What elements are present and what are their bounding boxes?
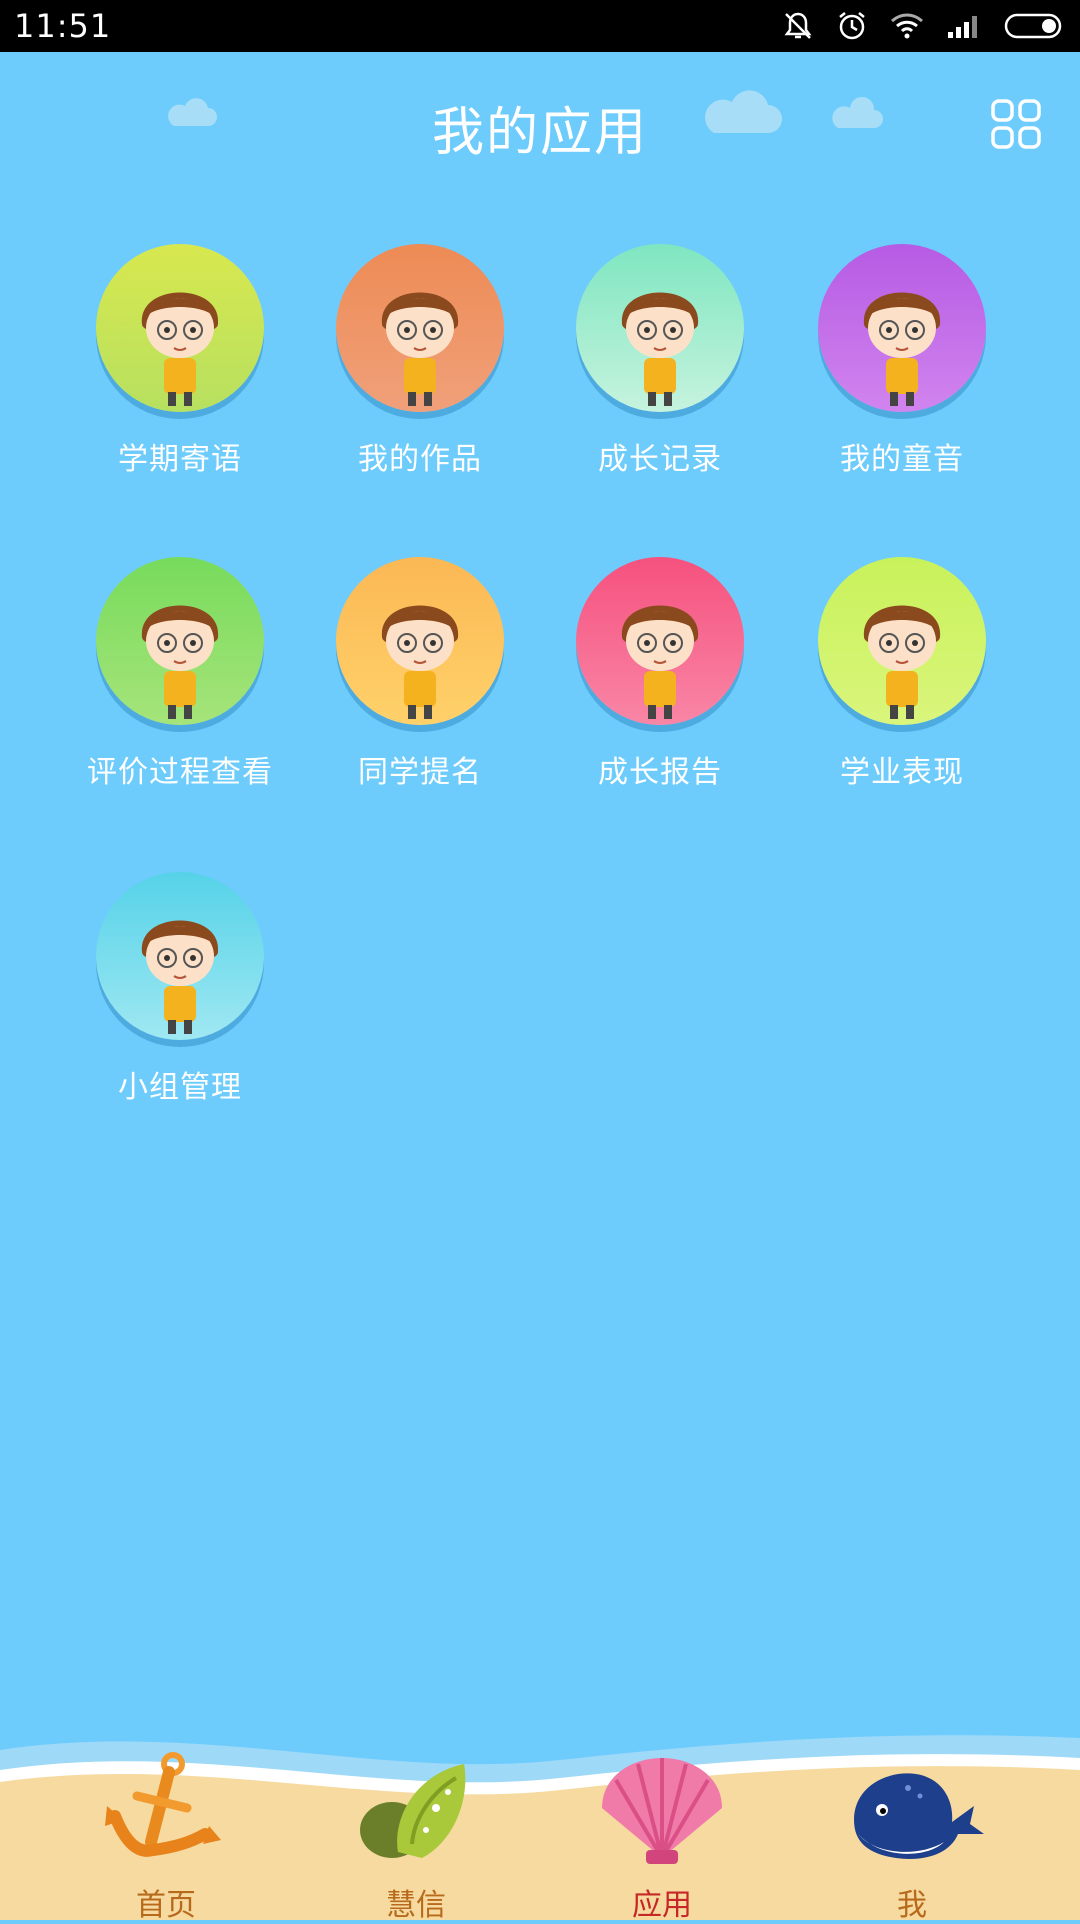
app-icon [818, 557, 986, 725]
wifi-icon [890, 12, 924, 40]
app-label: 评价过程查看 [87, 755, 273, 790]
whale-icon [854, 1773, 984, 1859]
tab-bar: 首页 慧信 应用 我 [0, 1740, 1080, 1923]
app-label: 我的作品 [358, 442, 482, 477]
battery-icon [1004, 12, 1066, 40]
app-icon [336, 244, 504, 412]
tab-label: 我 [897, 1888, 927, 1923]
app-icon [576, 557, 744, 725]
app-label: 我的童音 [840, 442, 964, 477]
app-label: 同学提名 [358, 755, 482, 790]
app-icon [96, 872, 264, 1040]
status-time: 11:51 [14, 7, 112, 45]
app-academic-performance[interactable]: 学业表现 [782, 557, 1022, 791]
app-label: 成长记录 [598, 442, 722, 477]
app-icon [818, 244, 986, 412]
page-title: 我的应用 [431, 103, 648, 163]
status-bar: 11:51 [0, 0, 1080, 52]
app-group-management[interactable]: 小组管理 [60, 872, 300, 1106]
anchor-icon [105, 1752, 221, 1857]
seashell-icon [602, 1758, 722, 1864]
app-term-message[interactable]: 学期寄语 [60, 244, 300, 478]
mute-icon [782, 10, 814, 42]
app-icon [96, 557, 264, 725]
app-label: 学期寄语 [118, 442, 242, 477]
tab-label: 首页 [136, 1888, 196, 1923]
app-label: 小组管理 [118, 1070, 242, 1105]
grid-icon[interactable] [990, 98, 1042, 150]
app-growth-record[interactable]: 成长记录 [540, 244, 780, 478]
app-label: 学业表现 [840, 755, 964, 790]
app-classmate-nomination[interactable]: 同学提名 [300, 557, 540, 791]
header: 我的应用 [0, 52, 1080, 202]
app-evaluation-process[interactable]: 评价过程查看 [60, 557, 300, 791]
app-growth-report[interactable]: 成长报告 [540, 557, 780, 791]
app-icon [96, 244, 264, 412]
app-icon [576, 244, 744, 412]
app-label: 成长报告 [598, 755, 722, 790]
app-icon [336, 557, 504, 725]
tab-label: 慧信 [386, 1888, 446, 1923]
conch-icon [360, 1764, 466, 1858]
signal-icon [946, 12, 982, 40]
tab-label: 应用 [632, 1888, 692, 1923]
alarm-icon [836, 10, 868, 42]
app-my-works[interactable]: 我的作品 [300, 244, 540, 478]
status-icons [782, 10, 1066, 42]
app-my-voice[interactable]: 我的童音 [782, 244, 1022, 478]
